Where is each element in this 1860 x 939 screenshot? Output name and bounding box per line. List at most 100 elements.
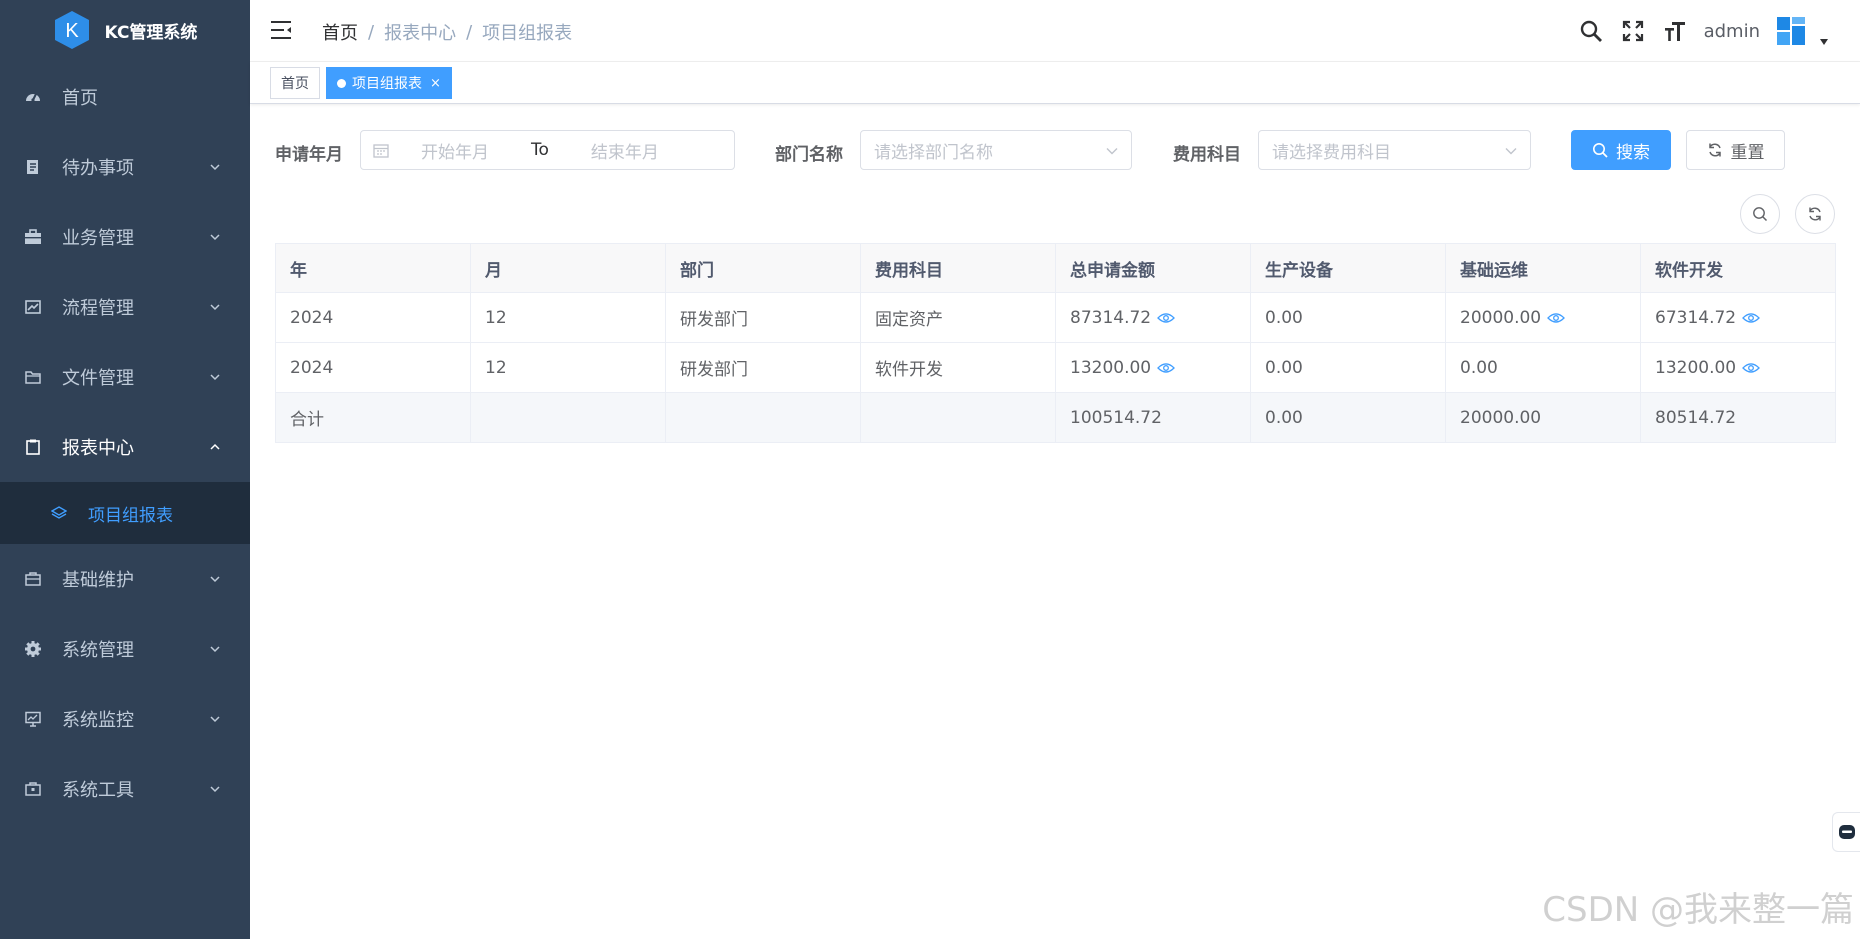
gear-icon	[24, 640, 42, 658]
sidebar-item-label: 待办事项	[62, 158, 134, 179]
hamburger-icon[interactable]	[270, 19, 292, 41]
subject-select[interactable]: 请选择费用科目	[1258, 130, 1531, 170]
table-cell: 研发部门	[665, 292, 861, 343]
sidebar-item-reports[interactable]: 报表中心	[0, 412, 250, 482]
table-cell: 合计	[275, 392, 471, 443]
toolbox-icon	[24, 570, 42, 588]
breadcrumb: 首页 / 报表中心 / 项目组报表	[322, 19, 572, 45]
table-cell: 100514.72	[1055, 392, 1251, 443]
chat-icon	[1838, 825, 1855, 839]
column-header: 软件开发	[1640, 243, 1836, 293]
table-cell: 12	[470, 292, 666, 343]
clipboard-icon	[24, 438, 42, 456]
sidebar-item-todo[interactable]: 待办事项	[0, 132, 250, 202]
cell-value: 13200.00	[1070, 357, 1152, 378]
tag-label: 项目组报表	[352, 76, 422, 92]
reset-button[interactable]: 重置	[1686, 130, 1785, 170]
search-icon	[1753, 207, 1768, 222]
eye-icon[interactable]	[1157, 362, 1176, 374]
tag-home[interactable]: 首页	[270, 67, 320, 99]
chevron-down-icon	[210, 646, 220, 653]
sidebar-item-label: 系统管理	[62, 640, 134, 661]
toggle-search-button[interactable]	[1740, 194, 1780, 234]
sidebar-item-project-report[interactable]: 项目组报表	[0, 482, 250, 544]
chevron-down-icon	[210, 164, 220, 171]
table-cell: 67314.72	[1640, 292, 1836, 343]
navbar-right: admin	[1578, 12, 1830, 50]
sidebar-menu: 首页 待办事项 业务管理 流程管理 文件管理 报表中心 项目组报表 基础维护 系…	[0, 62, 250, 824]
tag-label: 首页	[281, 76, 309, 92]
sidebar-item-business[interactable]: 业务管理	[0, 202, 250, 272]
floating-widget[interactable]	[1832, 812, 1860, 852]
search-button[interactable]: 搜索	[1571, 130, 1671, 170]
close-icon[interactable]: ×	[430, 76, 441, 91]
cell-value: 13200.00	[1655, 357, 1737, 378]
eye-icon[interactable]	[1157, 312, 1176, 324]
submenu-item-label: 项目组报表	[88, 505, 173, 526]
sidebar-item-label: 系统监控	[62, 710, 134, 731]
table-cell: 87314.72	[1055, 292, 1251, 343]
eye-icon[interactable]	[1742, 362, 1761, 374]
fullscreen-icon[interactable]	[1620, 18, 1646, 44]
table-row: 2024 12 研发部门 软件开发 13200.00 0.00 0.00 132…	[275, 342, 1836, 393]
column-header: 年	[275, 243, 471, 293]
chevron-up-icon	[210, 443, 220, 450]
reset-button-label: 重置	[1730, 142, 1765, 163]
end-month-input[interactable]: 结束年月	[591, 138, 659, 163]
chevron-down-icon	[1505, 148, 1517, 155]
username[interactable]: admin	[1704, 21, 1760, 42]
eye-icon[interactable]	[1742, 312, 1761, 324]
breadcrumb-separator: /	[368, 21, 375, 43]
sidebar-item-files[interactable]: 文件管理	[0, 342, 250, 412]
refresh-button[interactable]	[1795, 194, 1835, 234]
avatar[interactable]	[1776, 16, 1806, 46]
sidebar-item-tools[interactable]: 系统工具	[0, 754, 250, 824]
table-cell: 研发部门	[665, 342, 861, 393]
table-cell: 固定资产	[860, 292, 1056, 343]
chevron-down-icon	[210, 304, 220, 311]
sidebar-item-home[interactable]: 首页	[0, 62, 250, 132]
column-header: 月	[470, 243, 666, 293]
apply-month-range-picker[interactable]: 开始年月 To 结束年月	[360, 130, 735, 170]
caret-down-icon[interactable]	[1818, 36, 1830, 48]
report-table: 年 月 部门 费用科目 总申请金额 生产设备 基础运维 软件开发 2024 12…	[275, 243, 1836, 443]
chevron-down-icon	[210, 786, 220, 793]
column-header: 部门	[665, 243, 861, 293]
search-icon[interactable]	[1578, 18, 1604, 44]
navbar: 首页 / 报表中心 / 项目组报表 admin	[250, 0, 1860, 62]
sidebar: K KC管理系统 首页 待办事项 业务管理 流程管理 文件管理 报表中心 项目组…	[0, 0, 250, 939]
chevron-down-icon	[210, 234, 220, 241]
breadcrumb-home[interactable]: 首页	[322, 19, 358, 45]
subject-select-placeholder: 请选择费用科目	[1272, 142, 1391, 163]
dept-select[interactable]: 请选择部门名称	[860, 130, 1132, 170]
app-title: KC管理系统	[104, 22, 198, 43]
eye-icon[interactable]	[1547, 312, 1566, 324]
sidebar-item-label: 流程管理	[62, 298, 134, 319]
breadcrumb-current: 项目组报表	[482, 23, 573, 44]
column-header: 费用科目	[860, 243, 1056, 293]
table-cell: 软件开发	[860, 342, 1056, 393]
logo: K KC管理系统	[0, 0, 250, 60]
tag-project-report[interactable]: 项目组报表 ×	[326, 67, 452, 99]
subject-label: 费用科目	[1173, 145, 1241, 165]
flow-icon	[24, 298, 42, 316]
table-cell: 13200.00	[1640, 342, 1836, 393]
font-size-icon[interactable]	[1662, 18, 1688, 44]
table-cell: 20000.00	[1445, 392, 1641, 443]
table-cell	[860, 392, 1056, 443]
chevron-down-icon	[210, 716, 220, 723]
sidebar-item-system[interactable]: 系统管理	[0, 614, 250, 684]
todo-icon	[24, 158, 42, 176]
chevron-down-icon	[210, 576, 220, 583]
layers-icon	[50, 504, 68, 522]
sidebar-item-basic[interactable]: 基础维护	[0, 544, 250, 614]
monitor-icon	[24, 710, 42, 728]
refresh-icon	[1708, 143, 1721, 157]
table-cell: 2024	[275, 292, 471, 343]
dept-select-placeholder: 请选择部门名称	[874, 142, 993, 163]
column-header: 基础运维	[1445, 243, 1641, 293]
table-summary-row: 合计 100514.72 0.00 20000.00 80514.72	[275, 392, 1836, 443]
sidebar-item-process[interactable]: 流程管理	[0, 272, 250, 342]
start-month-input[interactable]: 开始年月	[421, 138, 489, 163]
sidebar-item-monitor[interactable]: 系统监控	[0, 684, 250, 754]
